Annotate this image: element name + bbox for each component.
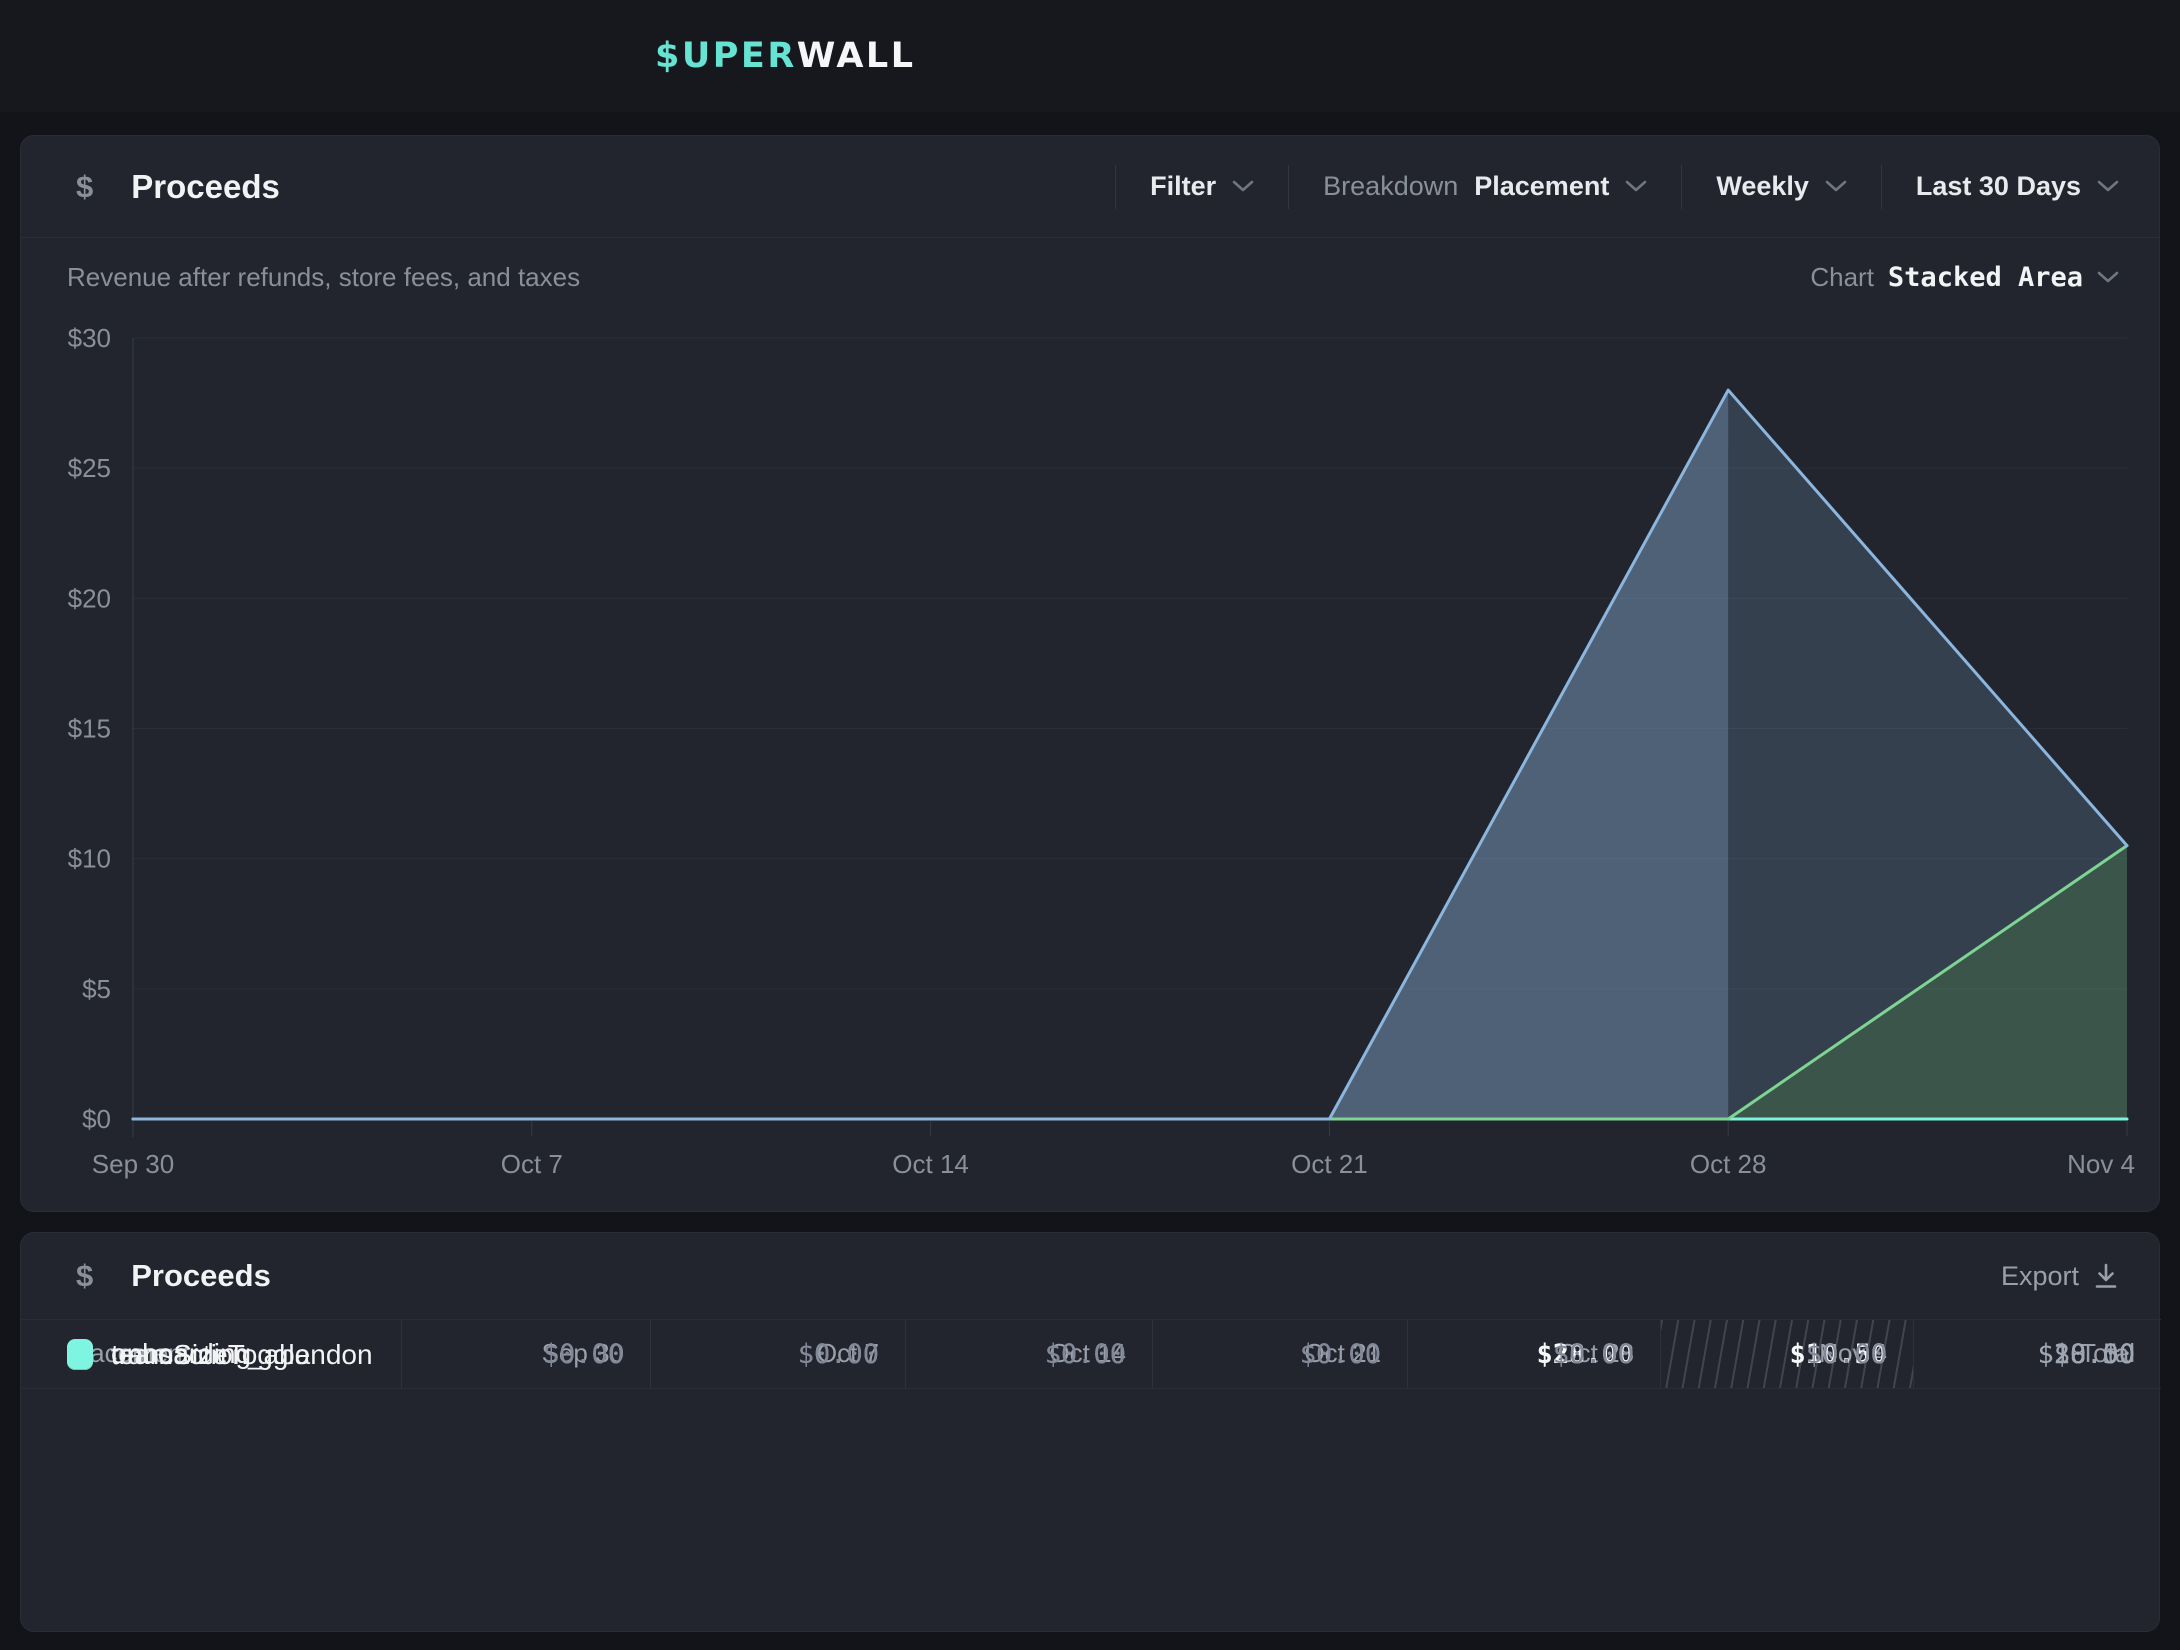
value-cell-oct-14: $0.00 — [905, 1319, 1152, 1389]
table-card-header: $ Proceeds Export — [21, 1233, 2159, 1319]
x-axis-label: Sep 30 — [92, 1149, 174, 1179]
value-cell-oct-7: $0.00 — [650, 1319, 905, 1389]
x-axis-label: Oct 21 — [1291, 1149, 1368, 1179]
value-cell-oct-28: $0.00 — [1407, 1319, 1660, 1389]
table-row[interactable]: onboarding $0.00 $0.00 $0.00 $0.00 $0.00 $0.00… — [21, 1319, 2159, 1389]
y-axis-label: $15 — [68, 714, 111, 744]
value-cell-nov-4: $0.00 — [1660, 1319, 1913, 1389]
value-text: $0.00 — [1806, 1339, 1887, 1370]
y-axis-label: $10 — [68, 844, 111, 874]
y-axis-label: $5 — [82, 974, 111, 1004]
proceeds-table-card: $ Proceeds Export PlacementSep 30Oct 7Oc… — [20, 1232, 2160, 1632]
value-text: $0.00 — [1045, 1339, 1126, 1370]
table-card-title: Proceeds — [131, 1258, 271, 1294]
area-teamSizeToggle — [133, 390, 1728, 1119]
export-label: Export — [2001, 1261, 2079, 1292]
x-axis-label: Nov 4 — [2067, 1149, 2135, 1179]
series-color-swatch — [67, 1339, 93, 1369]
export-button[interactable]: Export — [2001, 1261, 2119, 1292]
value-cell-sep-30: $0.00 — [401, 1319, 650, 1389]
x-axis-label: Oct 14 — [892, 1149, 969, 1179]
value-cell-total: $0.00 — [1913, 1319, 2161, 1389]
value-text: $0.00 — [1553, 1339, 1634, 1370]
value-cell-oct-21: $0.00 — [1152, 1319, 1407, 1389]
value-text: $0.00 — [543, 1339, 624, 1370]
y-axis-label: $20 — [68, 583, 111, 613]
y-axis-label: $0 — [82, 1104, 111, 1134]
value-text: $0.00 — [798, 1339, 879, 1370]
x-axis-label: Oct 7 — [501, 1149, 563, 1179]
download-icon — [2093, 1262, 2119, 1290]
placement-name: onboarding — [111, 1338, 251, 1370]
y-axis-label: $30 — [68, 323, 111, 353]
y-axis-label: $25 — [68, 453, 111, 483]
value-text: $0.00 — [1300, 1339, 1381, 1370]
dashboard-page: $UPERWALL $ Proceeds Filter Breakdown Pl… — [0, 0, 2180, 1650]
dollar-icon: $ — [76, 1258, 93, 1294]
value-text: $0.00 — [2054, 1339, 2135, 1370]
x-axis-label: Oct 28 — [1690, 1149, 1767, 1179]
placement-cell: onboarding — [21, 1319, 401, 1389]
